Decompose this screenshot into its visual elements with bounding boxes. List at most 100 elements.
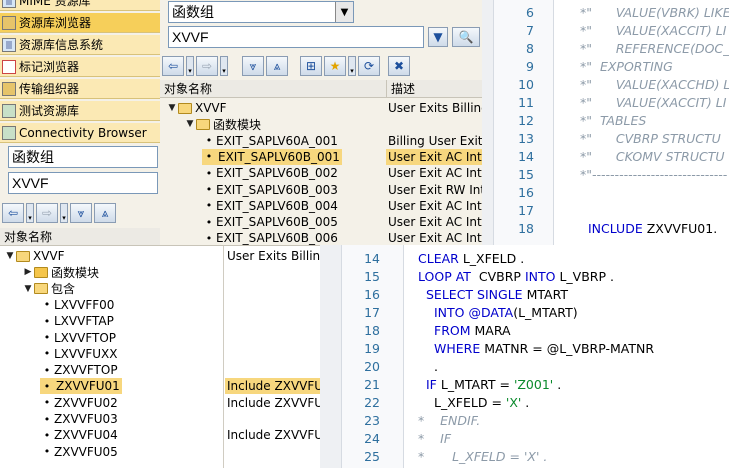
tree-node-folder[interactable]: ▼ 包含: [22, 281, 75, 297]
object-name-value: XVVF: [12, 175, 49, 191]
code-line[interactable]: *" VALUE(VBRK) LIKE: [580, 5, 729, 20]
object-name-field[interactable]: XVVF: [8, 172, 158, 194]
back-history-dropdown[interactable]: ▾: [26, 203, 34, 223]
hierarchy-icon[interactable]: ⊞: [300, 56, 322, 76]
code-line[interactable]: * L_XFELD = 'X' .: [418, 449, 547, 464]
code-line[interactable]: CLEAR L_XFELD .: [418, 251, 524, 266]
back-arrow-icon[interactable]: ⇦: [2, 203, 24, 223]
back-history-dropdown[interactable]: ▾: [186, 56, 194, 76]
tree-node-leaf[interactable]: • EXIT_SAPLV60B_004: [202, 198, 338, 214]
tree-node-leaf[interactable]: • ZXVVFU02: [40, 395, 118, 411]
tree-node-leaf[interactable]: • ZXVVFTOP: [40, 362, 118, 378]
code-line[interactable]: .: [434, 359, 438, 374]
nav-item[interactable]: 标记浏览器: [0, 57, 160, 77]
expand-down-icon[interactable]: ▼: [4, 251, 16, 261]
nav-item[interactable]: 传输组织器: [0, 79, 160, 99]
nav-item-label: MIME 资源库: [19, 0, 91, 8]
tree-node-leaf[interactable]: • EXIT_SAPLV60A_001: [202, 133, 338, 149]
tree-node-leaf[interactable]: • EXIT_SAPLV60B_005: [202, 214, 338, 230]
info-system-icon: [2, 37, 16, 52]
code-line[interactable]: *"------------------------------: [580, 167, 727, 182]
tree-node-label: ZXVVFU04: [54, 428, 118, 443]
code-line[interactable]: * IF: [418, 431, 451, 446]
expand-down-icon[interactable]: ▼: [184, 119, 196, 129]
tree-node-leaf[interactable]: • EXIT_SAPLV60B_003: [202, 182, 338, 198]
code-line[interactable]: *" TABLES: [580, 113, 646, 128]
display-glasses-icon[interactable]: 🔍: [452, 27, 480, 47]
tree-node-leaf[interactable]: • LXVVFUXX: [40, 346, 118, 362]
line-number: 6: [526, 5, 534, 20]
code-line[interactable]: *" CKOMV STRUCTU: [580, 149, 725, 164]
object-type-select[interactable]: 函数组 ▼: [168, 1, 354, 23]
tree-node-label: ZXVVFU03: [54, 412, 118, 426]
tree-node-leaf[interactable]: • ZXVVFU03: [40, 411, 118, 427]
tree-node-leaf[interactable]: • EXIT_SAPLV60B_006: [202, 230, 338, 245]
nav-item[interactable]: 测试资源库: [0, 101, 160, 121]
code-line[interactable]: *" CVBRP STRUCTU: [580, 131, 721, 146]
tree-node-leaf[interactable]: • EXIT_SAPLV60B_002: [202, 165, 338, 181]
tree-node-leaf[interactable]: • ZXVVFU01: [40, 378, 122, 395]
tree-node-leaf[interactable]: • ZXVVFU05: [40, 444, 118, 460]
bullet-icon: •: [205, 134, 213, 148]
tree-node-folder[interactable]: ▶ 函数模块: [22, 264, 99, 280]
code-line[interactable]: INTO @DATA(L_MTART): [434, 305, 578, 320]
code-line[interactable]: *" VALUE(XACCHD) LI: [580, 77, 729, 92]
code-line[interactable]: *" REFERENCE(DOC_: [580, 41, 729, 56]
nav-item-label: 标记浏览器: [19, 60, 80, 74]
forward-history-dropdown[interactable]: ▾: [60, 203, 68, 223]
forward-history-dropdown[interactable]: ▾: [220, 56, 228, 76]
refresh-icon[interactable]: ⟳: [358, 56, 380, 76]
nav-item[interactable]: 资源库浏览器: [0, 13, 160, 33]
favorites-dropdown[interactable]: ▾: [348, 56, 356, 76]
tree-node-folder[interactable]: ▼ XVVF: [166, 100, 227, 116]
collapse-down-icon[interactable]: ⩔: [70, 203, 92, 223]
tree-node-leaf[interactable]: • LXVVFTOP: [40, 330, 116, 346]
collapse-down-icon[interactable]: ⩔: [242, 56, 264, 76]
close-icon[interactable]: ✖: [388, 56, 410, 76]
repository-browser-icon: [2, 15, 16, 30]
tree-node-folder[interactable]: ▼ XVVF: [4, 248, 65, 264]
dropdown-arrow-icon[interactable]: ▼: [428, 27, 448, 47]
tree-node-leaf[interactable]: • EXIT_SAPLV60B_001: [202, 148, 342, 165]
folder-icon: [16, 250, 30, 262]
forward-arrow-icon[interactable]: ⇨: [196, 56, 218, 76]
tree-node-leaf[interactable]: • ZXVVFU04: [40, 427, 118, 443]
tree-node-description: User Exit AC Inte: [388, 231, 482, 245]
chevron-down-icon[interactable]: ▼: [335, 2, 353, 22]
expand-down-icon[interactable]: ▼: [22, 284, 34, 294]
code-line[interactable]: * ENDIF.: [418, 413, 480, 428]
collapse-up-icon[interactable]: ⩓: [94, 203, 116, 223]
object-name-input[interactable]: XVVF: [168, 26, 424, 48]
object-type-field[interactable]: 函数组: [8, 146, 158, 168]
forward-arrow-icon[interactable]: ⇨: [36, 203, 58, 223]
favorites-star-icon[interactable]: ★: [324, 56, 346, 76]
tree-node-label: EXIT_SAPLV60B_003: [216, 182, 338, 197]
code-line[interactable]: INCLUDE ZXVVFU01.: [580, 221, 717, 236]
code-line[interactable]: SELECT SINGLE MTART: [426, 287, 568, 302]
folder-icon: [178, 102, 192, 114]
nav-item[interactable]: MIME 资源库: [0, 0, 160, 11]
tree-node-folder[interactable]: ▼ 函数模块: [184, 116, 261, 132]
collapse-up-icon[interactable]: ⩓: [266, 56, 288, 76]
code-line[interactable]: *" VALUE(XACCIT) LI: [580, 23, 726, 38]
code-line[interactable]: *" VALUE(XACCIT) LI: [580, 95, 726, 110]
code-line[interactable]: L_XFELD = 'X' .: [434, 395, 529, 410]
tree-node-leaf[interactable]: • LXVVFTAP: [40, 313, 114, 329]
nav-item-label: Connectivity Browser: [19, 125, 147, 140]
tree-node-leaf[interactable]: • LXVVFF00: [40, 297, 115, 313]
expand-down-icon[interactable]: ▼: [166, 103, 178, 113]
code-line[interactable]: LOOP AT CVBRP INTO L_VBRP .: [418, 269, 614, 284]
code-line[interactable]: WHERE MATNR = @L_VBRP-MATNR: [434, 341, 654, 356]
code-line[interactable]: *" EXPORTING: [580, 59, 673, 74]
bullet-icon: •: [43, 298, 51, 312]
code-line[interactable]: FROM MARA: [434, 323, 511, 338]
nav-item[interactable]: Connectivity Browser: [0, 123, 160, 143]
expand-right-icon[interactable]: ▶: [22, 267, 34, 277]
code-line[interactable]: IF L_MTART = 'Z001' .: [426, 377, 561, 392]
tree-node-label: ZXVVFU05: [54, 444, 118, 459]
browser-toolbar: ⇦ ▾ ⇨ ▾ ⩔ ⩓ ⊞ ★ ▾ ⟳ ✖: [162, 55, 410, 77]
back-arrow-icon[interactable]: ⇦: [162, 56, 184, 76]
nav-item[interactable]: 资源库信息系统: [0, 35, 160, 55]
tree-node-description: User Exit AC Inte: [388, 166, 482, 181]
gutter: [320, 245, 342, 468]
